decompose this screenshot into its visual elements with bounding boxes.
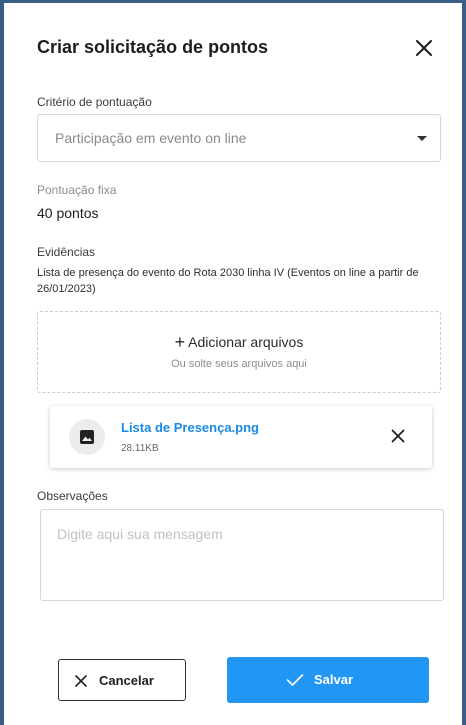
criteria-selected-value: Participação em evento on line (55, 130, 247, 146)
file-name-link[interactable]: Lista de Presença.png (121, 420, 259, 435)
criteria-select[interactable]: Participação em evento on line (37, 114, 441, 162)
remove-file-button[interactable] (391, 429, 405, 443)
modal-title: Criar solicitação de pontos (37, 37, 269, 57)
image-icon (80, 430, 94, 444)
close-icon (75, 675, 87, 687)
uploaded-file-card: Lista de Presença.png 28.11KB (50, 406, 432, 468)
close-icon (391, 429, 405, 443)
evidence-description: Lista de presença do evento do Rota 2030… (37, 267, 419, 295)
fixed-points-value: 40 pontos (37, 205, 99, 221)
evidence-label: Evidências (37, 245, 96, 259)
criteria-label: Critério de pontuação (37, 95, 152, 109)
check-icon (286, 674, 304, 686)
file-thumbnail (69, 419, 105, 455)
dropzone-hint: Ou solte seus arquivos aqui (171, 358, 307, 370)
file-dropzone[interactable]: + Adicionar arquivos Ou solte seus arquiv… (37, 311, 441, 393)
observations-placeholder: Digite aqui sua mensagem (57, 526, 223, 542)
cancel-button[interactable]: Cancelar (58, 659, 186, 701)
dialog-frame: Criar solicitação de pontos Critério de … (0, 0, 466, 725)
observations-textarea[interactable]: Digite aqui sua mensagem (40, 509, 444, 601)
caret-down-icon (417, 136, 427, 141)
create-points-request-modal: Criar solicitação de pontos Critério de … (4, 3, 462, 725)
close-icon (416, 40, 432, 56)
close-button[interactable] (413, 37, 435, 59)
file-size: 28.11KB (121, 443, 159, 454)
observations-label: Observações (37, 489, 108, 503)
save-button[interactable]: Salvar (227, 657, 429, 703)
save-label: Salvar (314, 672, 354, 687)
plus-icon: + (174, 332, 186, 352)
add-files-label: Adicionar arquivos (188, 334, 304, 350)
add-files-action[interactable]: + Adicionar arquivos (38, 332, 440, 353)
fixed-points-label: Pontuação fixa (37, 183, 117, 197)
cancel-label: Cancelar (99, 673, 154, 688)
